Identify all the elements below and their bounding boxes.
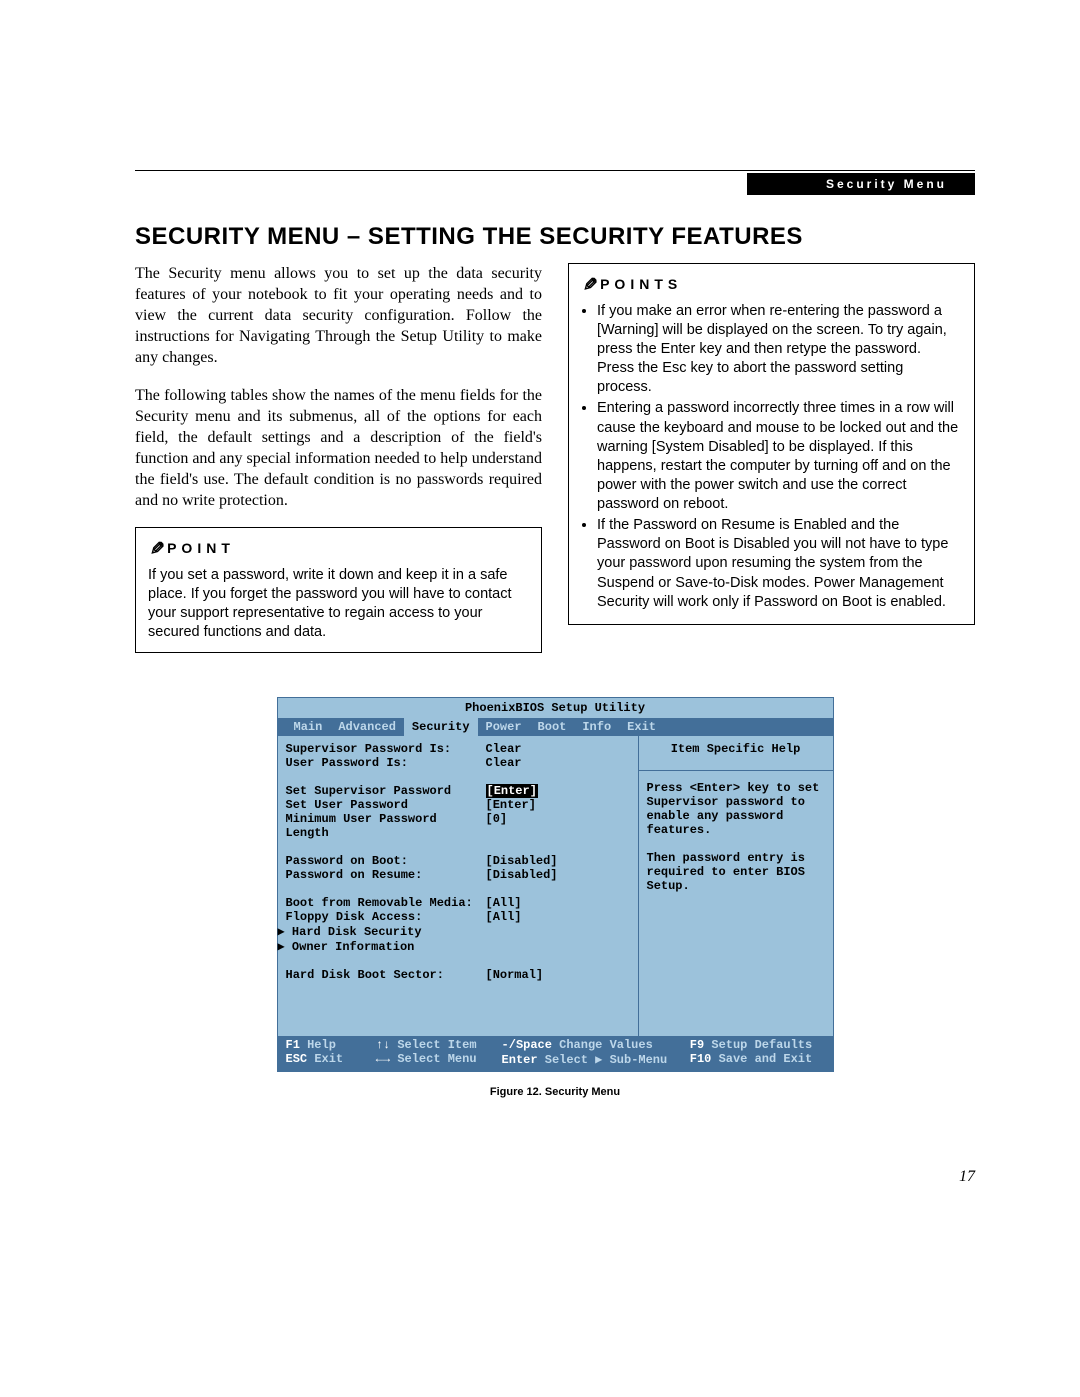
bios-tab-advanced: Advanced [330, 718, 404, 736]
bios-help-title: Item Specific Help [647, 742, 825, 756]
bios-field-value: Clear [486, 756, 630, 770]
bios-row: Minimum User Password Length[0] [286, 812, 630, 840]
points-label: POINTS [600, 275, 682, 293]
bios-tab-security: Security [404, 718, 478, 736]
bios-field-label: Floppy Disk Access: [286, 910, 486, 924]
bios-tab-main: Main [286, 718, 331, 736]
bios-footer-item: Enter Select ▶ Sub-Menu [502, 1052, 680, 1067]
bios-fields: Supervisor Password Is:ClearUser Passwor… [278, 736, 638, 1036]
pencil-icon: ✎ [577, 276, 601, 291]
bios-row: Set Supervisor Password[Enter] [286, 784, 630, 798]
point-item: If you make an error when re-entering th… [597, 302, 962, 398]
bios-tab-power: Power [478, 718, 530, 736]
bios-field-label: Password on Resume: [286, 868, 486, 882]
bios-field-value: [All] [486, 910, 630, 924]
point-box-multi: ✎ POINTS If you make an error when re-en… [568, 263, 975, 625]
intro-paragraph-2: The following tables show the names of t… [135, 385, 542, 512]
bios-field-value: [Disabled] [486, 854, 630, 868]
bios-row: User Password Is:Clear [286, 756, 630, 770]
point-text: If you set a password, write it down and… [148, 566, 529, 643]
bios-footer-item: ←→ Select Menu [376, 1052, 492, 1067]
bios-field-value: [Enter] [486, 784, 538, 798]
point-item: Entering a password incorrectly three ti… [597, 399, 962, 514]
bios-screenshot: PhoenixBIOS Setup Utility MainAdvancedSe… [277, 697, 834, 1072]
bios-footer-item: ESC Exit [286, 1052, 366, 1067]
bios-row: Supervisor Password Is:Clear [286, 742, 630, 756]
bios-footer-item: ↑↓ Select Item [376, 1038, 492, 1052]
bios-field-value: [All] [486, 896, 630, 910]
header-chip: Security Menu [747, 173, 975, 195]
bios-row: ▶ Hard Disk Security [286, 924, 630, 939]
bios-help-panel: Item Specific Help Press <Enter> key to … [638, 736, 833, 1036]
point-box-single: ✎ POINT If you set a password, write it … [135, 527, 542, 653]
bios-field-value: Clear [486, 742, 630, 756]
bios-footer: F1 Help ↑↓ Select Item -/Space Change Valu… [278, 1036, 833, 1071]
bios-field-label: Hard Disk Boot Sector: [286, 968, 486, 982]
bios-field-value: [Enter] [486, 798, 630, 812]
bios-footer-item: F10 Save and Exit [690, 1052, 815, 1067]
point-label: POINT [167, 539, 235, 557]
bios-row: Password on Resume:[Disabled] [286, 868, 630, 882]
bios-row: Boot from Removable Media:[All] [286, 896, 630, 910]
bios-footer-item: F9 Setup Defaults [690, 1038, 815, 1052]
bios-row: Set User Password[Enter] [286, 798, 630, 812]
bios-footer-item: -/Space Change Values [502, 1038, 680, 1052]
bios-field-label: ▶ Owner Information [278, 939, 478, 954]
bios-field-label: Set Supervisor Password [286, 784, 486, 798]
pencil-icon: ✎ [144, 541, 168, 556]
bios-tab-info: Info [574, 718, 619, 736]
intro-paragraph-1: The Security menu allows you to set up t… [135, 263, 542, 369]
bios-field-label: Password on Boot: [286, 854, 486, 868]
bios-field-value: [0] [486, 812, 630, 840]
bios-field-label: Boot from Removable Media: [286, 896, 486, 910]
bios-field-label: User Password Is: [286, 756, 486, 770]
bios-help-text-2: Then password entry is required to enter… [647, 851, 825, 893]
bios-field-label: Minimum User Password Length [286, 812, 486, 840]
bios-row: Password on Boot:[Disabled] [286, 854, 630, 868]
bios-tab-row: MainAdvancedSecurityPowerBootInfoExit [278, 718, 833, 736]
bios-tab-boot: Boot [530, 718, 575, 736]
bios-field-label: ▶ Hard Disk Security [278, 924, 478, 939]
bios-row: Hard Disk Boot Sector:[Normal] [286, 968, 630, 982]
bios-tab-exit: Exit [619, 718, 664, 736]
bios-field-label: Set User Password [286, 798, 486, 812]
bios-field-value: [Disabled] [486, 868, 630, 882]
bios-footer-item: F1 Help [286, 1038, 366, 1052]
bios-field-label: Supervisor Password Is: [286, 742, 486, 756]
point-item: If the Password on Resume is Enabled and… [597, 516, 962, 612]
bios-help-text-1: Press <Enter> key to set Supervisor pass… [647, 781, 825, 837]
bios-title: PhoenixBIOS Setup Utility [278, 698, 833, 718]
page-number: 17 [135, 1168, 975, 1186]
horizontal-rule [135, 170, 975, 171]
figure-caption: Figure 12. Security Menu [135, 1086, 975, 1098]
bios-field-value: [Normal] [486, 968, 630, 982]
bios-row: Floppy Disk Access:[All] [286, 910, 630, 924]
bios-row: ▶ Owner Information [286, 939, 630, 954]
page-title: SECURITY MENU – SETTING THE SECURITY FEA… [135, 223, 975, 251]
